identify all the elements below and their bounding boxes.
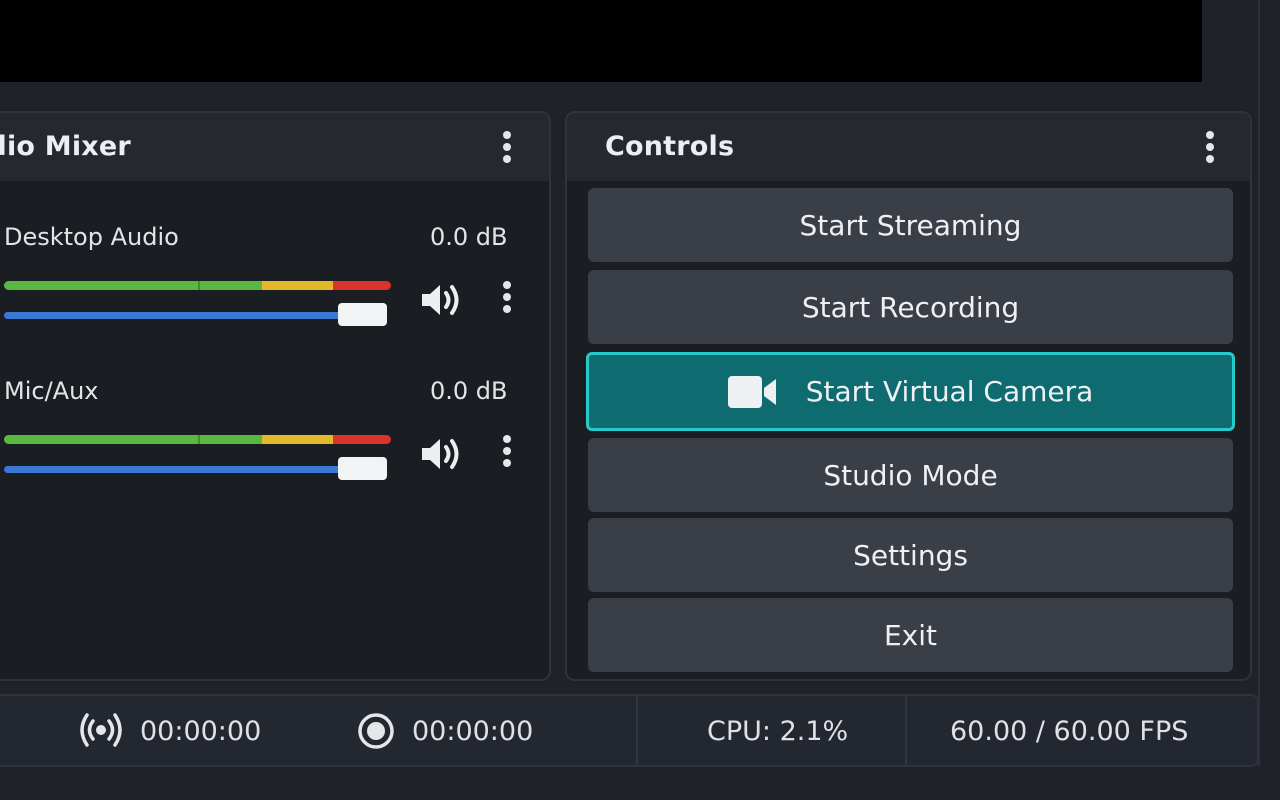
exit-button[interactable]: Exit <box>588 598 1233 672</box>
start-recording-button[interactable]: Start Recording <box>588 270 1233 344</box>
cpu-usage: CPU: 2.1% <box>707 716 849 747</box>
channel-name: Mic/Aux <box>4 377 99 405</box>
button-label: Start Recording <box>801 290 1020 324</box>
button-label: Start Streaming <box>799 208 1022 242</box>
channel-db-readout: 0.0 dB <box>430 377 508 405</box>
channel-name: Desktop Audio <box>4 223 179 251</box>
controls-title: Controls <box>605 131 735 162</box>
audio-mixer-header: udio Mixer <box>0 113 549 181</box>
speaker-icon[interactable] <box>419 435 463 473</box>
volume-slider-handle[interactable] <box>338 303 387 326</box>
audio-mixer-menu-icon[interactable] <box>500 130 514 164</box>
channel-db-readout: 0.0 dB <box>430 223 508 251</box>
app-window: udio Mixer Desktop Audio 0.0 dB Mic/Aux … <box>0 0 1280 800</box>
channel-menu-icon[interactable] <box>500 280 514 314</box>
volume-slider-track[interactable] <box>4 466 344 473</box>
fps-readout: 60.00 / 60.00 FPS <box>950 716 1189 747</box>
record-icon <box>358 713 394 749</box>
volume-meter <box>4 281 391 290</box>
status-divider <box>636 696 638 765</box>
stream-time: 00:00:00 <box>140 716 262 747</box>
button-label: Settings <box>853 538 968 572</box>
channel-menu-icon[interactable] <box>500 434 514 468</box>
record-time: 00:00:00 <box>412 716 534 747</box>
preview-canvas[interactable] <box>0 0 1202 82</box>
speaker-icon[interactable] <box>419 281 463 319</box>
channel-mic-aux: Mic/Aux 0.0 dB <box>0 377 549 517</box>
studio-mode-button[interactable]: Studio Mode <box>588 438 1233 512</box>
volume-slider-handle[interactable] <box>338 457 387 480</box>
video-camera-icon <box>727 375 776 408</box>
controls-panel: Controls Start Streaming Start Recording… <box>565 111 1252 681</box>
audio-mixer-title: udio Mixer <box>0 131 131 162</box>
volume-slider-track[interactable] <box>4 312 344 319</box>
audio-mixer-panel: udio Mixer Desktop Audio 0.0 dB Mic/Aux … <box>0 111 551 681</box>
broadcast-icon <box>80 713 122 747</box>
controls-menu-icon[interactable] <box>1203 130 1217 164</box>
volume-meter <box>4 435 391 444</box>
controls-header: Controls <box>567 113 1250 181</box>
window-edge <box>1258 0 1260 766</box>
start-virtual-camera-button[interactable]: Start Virtual Camera <box>586 352 1235 431</box>
button-label: Start Virtual Camera <box>805 375 1094 408</box>
start-streaming-button[interactable]: Start Streaming <box>588 188 1233 262</box>
button-label: Studio Mode <box>823 458 998 492</box>
button-label: Exit <box>883 618 938 652</box>
status-bar: 00:00:00 00:00:00 CPU: 2.1% 60.00 / 60.0… <box>0 694 1259 767</box>
channel-desktop-audio: Desktop Audio 0.0 dB <box>0 223 549 363</box>
status-divider <box>905 696 907 765</box>
settings-button[interactable]: Settings <box>588 518 1233 592</box>
